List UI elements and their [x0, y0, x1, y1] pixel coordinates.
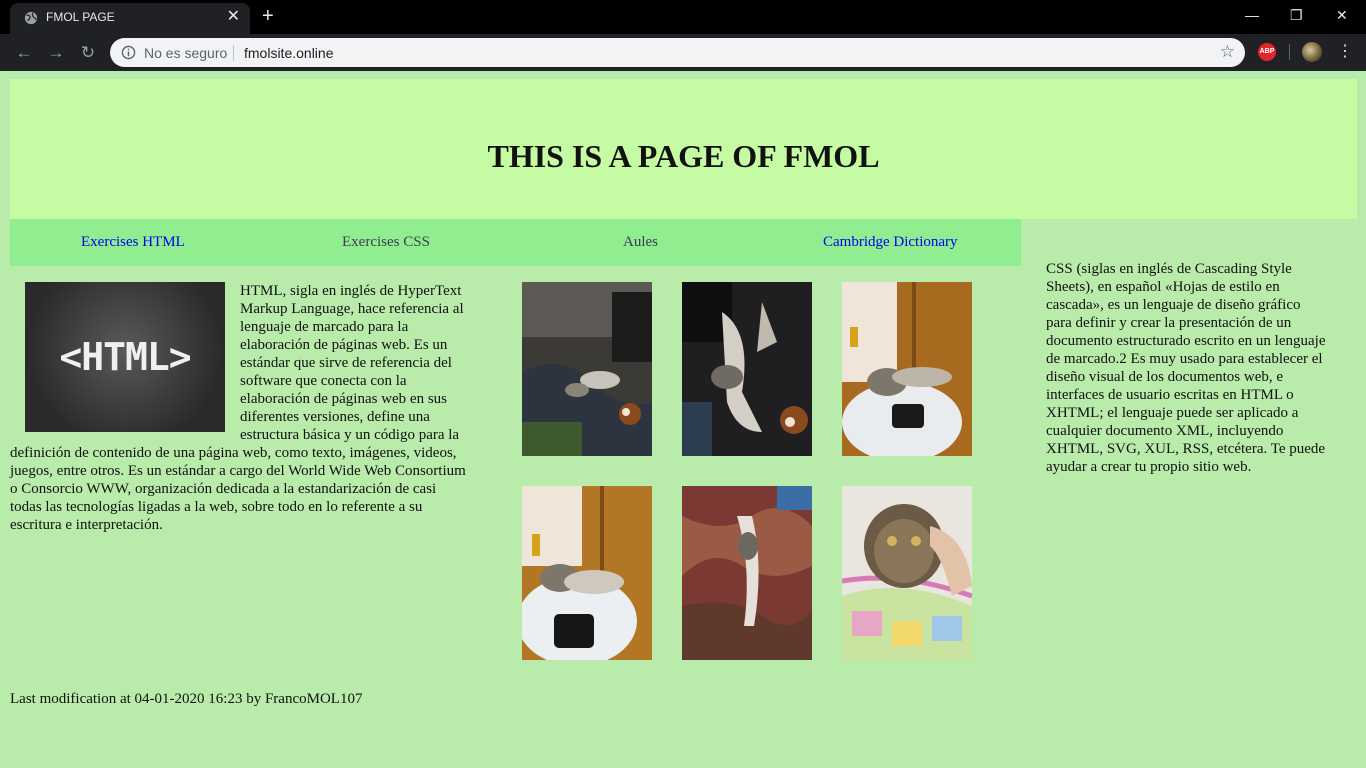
globe-icon: [24, 11, 38, 25]
toolbar-divider: [1289, 44, 1290, 60]
html-logo-text: <HTML>: [59, 335, 191, 379]
menu-icon[interactable]: ⋮: [1337, 41, 1353, 63]
close-icon[interactable]: ✕: [227, 9, 240, 25]
browser-tab[interactable]: FMOL PAGE ✕: [10, 3, 250, 34]
reload-icon[interactable]: ↻: [78, 43, 98, 63]
gallery-photo: [522, 282, 652, 456]
star-icon[interactable]: ☆: [1220, 42, 1235, 62]
back-icon[interactable]: ←: [14, 43, 34, 63]
page-title: THIS IS A PAGE OF FMOL: [487, 138, 880, 174]
css-aside-text: CSS (siglas en inglés de Cascading Style…: [1046, 261, 1326, 475]
forward-icon[interactable]: →: [46, 43, 66, 63]
url-text[interactable]: fmolsite.online: [244, 45, 334, 61]
css-aside: CSS (siglas en inglés de Cascading Style…: [1046, 260, 1326, 476]
address-bar[interactable]: No es seguro fmolsite.online ☆: [110, 38, 1245, 67]
nav-link-cambridge-dictionary[interactable]: Cambridge Dictionary: [823, 234, 958, 251]
gallery-photo: [682, 282, 812, 456]
html-article: <HTML> HTML, sigla en inglés de HyperTex…: [10, 282, 470, 534]
gallery-photo: [842, 486, 972, 660]
gallery-photo: [522, 486, 652, 660]
page-viewport: THIS IS A PAGE OF FMOL Exercises HTML Ex…: [0, 71, 1366, 768]
html-logo-image: <HTML>: [25, 282, 225, 432]
maximize-icon[interactable]: ❐: [1290, 6, 1303, 24]
minimize-icon[interactable]: —: [1245, 6, 1259, 24]
avatar[interactable]: [1302, 42, 1322, 62]
nav-link-exercises-css[interactable]: Exercises CSS: [342, 234, 430, 251]
gallery-photo: [842, 282, 972, 456]
page-header: THIS IS A PAGE OF FMOL: [10, 79, 1357, 219]
nav-link-aules[interactable]: Aules: [623, 234, 658, 251]
browser-toolbar: ← → ↻ No es seguro fmolsite.online ☆: [0, 34, 1366, 71]
security-status[interactable]: No es seguro: [144, 45, 227, 61]
cat-gallery: [522, 282, 972, 660]
gallery-photo: [682, 486, 812, 660]
page-footer: Last modification at 04-01-2020 16:23 by…: [10, 691, 363, 707]
omnibox-divider: [233, 45, 234, 61]
adblock-icon[interactable]: ABP: [1258, 43, 1276, 61]
main-nav: Exercises HTML Exercises CSS Aules Cambr…: [10, 219, 1021, 266]
info-icon[interactable]: [121, 45, 136, 60]
browser-titlebar: FMOL PAGE ✕ + — ❐ ✕: [0, 0, 1366, 34]
close-window-icon[interactable]: ✕: [1336, 6, 1348, 24]
nav-link-exercises-html[interactable]: Exercises HTML: [81, 234, 185, 251]
plus-icon[interactable]: +: [262, 6, 274, 26]
tab-title: FMOL PAGE: [46, 10, 115, 24]
